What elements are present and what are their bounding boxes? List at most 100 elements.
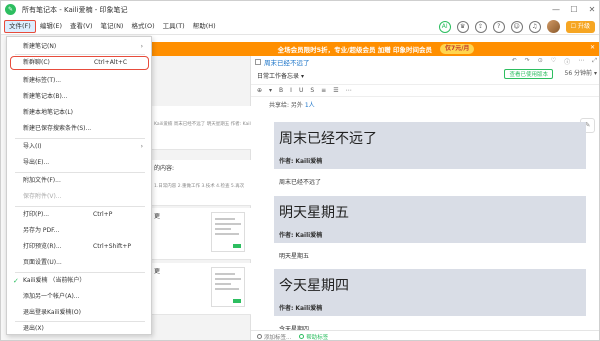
menu-item-new-tag[interactable]: 新建标签(T)...: [7, 74, 151, 88]
menu-item-exit[interactable]: 退出(X): [7, 322, 151, 336]
menu-note[interactable]: 笔记(N): [97, 20, 128, 33]
author-label: 作者:: [279, 232, 294, 239]
last-edited-text: 56 分钟前: [564, 70, 593, 77]
chevron-down-icon: ▾: [593, 70, 597, 77]
menu-item-label: 新建已保存搜索条件(S)...: [23, 125, 92, 132]
app-logo-icon: ✎: [5, 4, 16, 15]
italic-icon[interactable]: I: [290, 87, 292, 94]
redo-icon[interactable]: ↷: [525, 57, 530, 66]
ai-icon[interactable]: AI: [438, 20, 451, 33]
help-tag-chip[interactable]: 帮助标签: [299, 333, 329, 341]
menu-item-print-preview[interactable]: 打印预览(R)... Ctrl+Shift+P: [7, 240, 151, 254]
editor-tools: ↶ ↷ ⊙ ♡ ⓘ ⋯ ⤢: [512, 57, 597, 66]
minimize-button[interactable]: —: [549, 3, 563, 16]
top-toolbar: AI ♛ ⇪ ? ☺ ♫ ☐ 升级: [438, 19, 595, 34]
menu-item-label: 另存为 PDF...: [23, 227, 60, 234]
menu-item-attach-file[interactable]: 附加文件(F)...: [7, 174, 151, 188]
doc-author: 作者: Kaili爱楠: [279, 303, 581, 312]
menu-edit[interactable]: 编辑(E): [36, 20, 66, 33]
align-icon[interactable]: ≡: [321, 87, 326, 94]
chevron-down-icon[interactable]: ▾: [269, 87, 272, 94]
avatar[interactable]: [546, 20, 560, 33]
more-format-icon[interactable]: ⋯: [346, 87, 352, 94]
list-item[interactable]: Kaili爱楠 周末已经不远了 明天星期五 作者: Kaili爱楠 今天星期四: [151, 106, 251, 150]
format-toolbar: ⊕ ▾ B I U S ≡ ☰ ⋯: [251, 84, 599, 97]
share-icon[interactable]: ⇪: [474, 20, 487, 33]
menu-format[interactable]: 格式(O): [127, 20, 158, 33]
checkmark-icon: ✓: [13, 277, 19, 285]
author-label: 作者:: [279, 305, 294, 312]
list-item[interactable]: 的内容: 1.日常内容 2.重做工作 3.技术 4.检查 5.再次: [151, 160, 251, 206]
menu-item-label: 保存附件(V)...: [23, 193, 62, 200]
menu-item-sign-out[interactable]: 退出登录Kaili爱楠(O): [7, 306, 151, 320]
chat-icon[interactable]: ☺: [510, 20, 523, 33]
chevron-right-icon: ›: [140, 43, 143, 50]
menu-item-page-setup[interactable]: 页面设置(U)...: [7, 256, 151, 270]
chevron-right-icon: ›: [140, 143, 143, 150]
maximize-button[interactable]: ☐: [567, 3, 581, 16]
menu-file[interactable]: 文件(F): [4, 19, 36, 33]
share-link[interactable]: 1人: [305, 102, 315, 109]
menu-item-save-pdf[interactable]: 另存为 PDF...: [7, 224, 151, 238]
trophy-icon[interactable]: ♛: [456, 20, 469, 33]
strikethrough-icon[interactable]: S: [310, 87, 314, 94]
promo-close-icon[interactable]: ✕: [590, 44, 595, 51]
menu-item-new-notebook[interactable]: 新建笔记本(B)...: [7, 90, 151, 104]
close-button[interactable]: ✕: [585, 3, 599, 16]
menu-item-label: 退出登录Kaili爱楠(O): [23, 309, 81, 316]
menu-item-label: 新群聊(C): [23, 59, 50, 66]
tag-icon: [257, 334, 262, 339]
menu-item-new-group-chat[interactable]: 新群聊(C) Ctrl+Alt+C: [10, 56, 149, 70]
more-icon[interactable]: ⋯: [578, 57, 584, 66]
menu-item-print[interactable]: 打印(P)... Ctrl+P: [7, 208, 151, 222]
menu-view[interactable]: 查看(V): [66, 20, 97, 33]
add-tag-button[interactable]: 添加标签...: [257, 333, 292, 341]
share-info: 共享给: 另外 1人: [269, 100, 315, 109]
note-snippet: Kaili爱楠 周末已经不远了 明天星期五 作者: Kaili爱楠 今天星期四: [154, 122, 251, 127]
last-edited-selector[interactable]: 56 分钟前 ▾: [565, 69, 597, 79]
favorite-icon[interactable]: ♡: [551, 57, 556, 66]
menu-item-label: 附加文件(F)...: [23, 177, 61, 184]
expand-icon[interactable]: ⤢: [592, 57, 597, 66]
menu-item-current-account[interactable]: ✓ Kaili爱楠 （当前帐户）: [7, 274, 151, 288]
tag-bar: 添加标签... 帮助标签: [251, 330, 599, 341]
insert-icon[interactable]: ⊕: [257, 87, 262, 94]
menu-item-export[interactable]: 导出(E)...: [7, 156, 151, 170]
list-icon[interactable]: ☰: [333, 87, 338, 94]
menu-item-add-account[interactable]: 添加另一个帐户(A)...: [7, 290, 151, 304]
history-button[interactable]: 查看已使用版本: [504, 69, 553, 79]
promo-button[interactable]: 仅7元/月: [440, 44, 475, 54]
note-icon: [255, 59, 261, 65]
chevron-down-icon: ▾: [300, 72, 304, 80]
list-item[interactable]: 更: [151, 208, 251, 260]
bell-icon[interactable]: ♫: [528, 20, 541, 33]
menu-help[interactable]: 帮助(H): [189, 20, 220, 33]
bold-icon[interactable]: B: [279, 87, 283, 94]
note-section-title: 的内容:: [154, 165, 175, 172]
author-name: Kaili爱楠: [295, 232, 323, 239]
menu-item-label: 新建标签(T)...: [23, 77, 62, 84]
editor-note-title[interactable]: 周末已经不远了: [264, 57, 310, 67]
upgrade-button[interactable]: ☐ 升级: [565, 20, 595, 33]
menu-item-import[interactable]: 导入(I) ›: [7, 140, 151, 154]
menu-item-new-note[interactable]: 新建笔记(N) ›: [7, 40, 151, 54]
notebook-name: 日常工作备忘录: [257, 72, 300, 80]
doc-heading: 明天星期五: [279, 205, 349, 221]
menu-item-label: 打印(P)...: [23, 211, 50, 218]
menu-tools[interactable]: 工具(T): [159, 20, 189, 33]
help-icon[interactable]: ?: [492, 20, 505, 33]
undo-icon[interactable]: ↶: [512, 57, 517, 66]
note-list: Kaili爱楠 周末已经不远了 明天星期五 作者: Kaili爱楠 今天星期四 …: [151, 56, 251, 340]
notebook-selector[interactable]: 日常工作备忘录 ▾: [257, 71, 304, 80]
reminder-icon[interactable]: ⊙: [538, 57, 543, 66]
editor-title-bar: 周末已经不远了 ↶ ↷ ⊙ ♡ ⓘ ⋯ ⤢: [251, 56, 599, 68]
underline-icon[interactable]: U: [299, 87, 303, 94]
share-prefix: 共享给: 另外: [269, 102, 303, 109]
add-tag-label: 添加标签...: [264, 334, 292, 341]
menu-item-new-saved-search[interactable]: 新建已保存搜索条件(S)...: [7, 122, 151, 136]
doc-block-header: 周末已经不远了 作者: Kaili爱楠: [274, 122, 586, 169]
menu-item-new-local-notebook[interactable]: 新建本地笔记本(L): [7, 106, 151, 120]
help-tag-label: 帮助标签: [306, 334, 329, 341]
list-item[interactable]: 更: [151, 263, 251, 315]
info-icon[interactable]: ⓘ: [564, 57, 570, 66]
